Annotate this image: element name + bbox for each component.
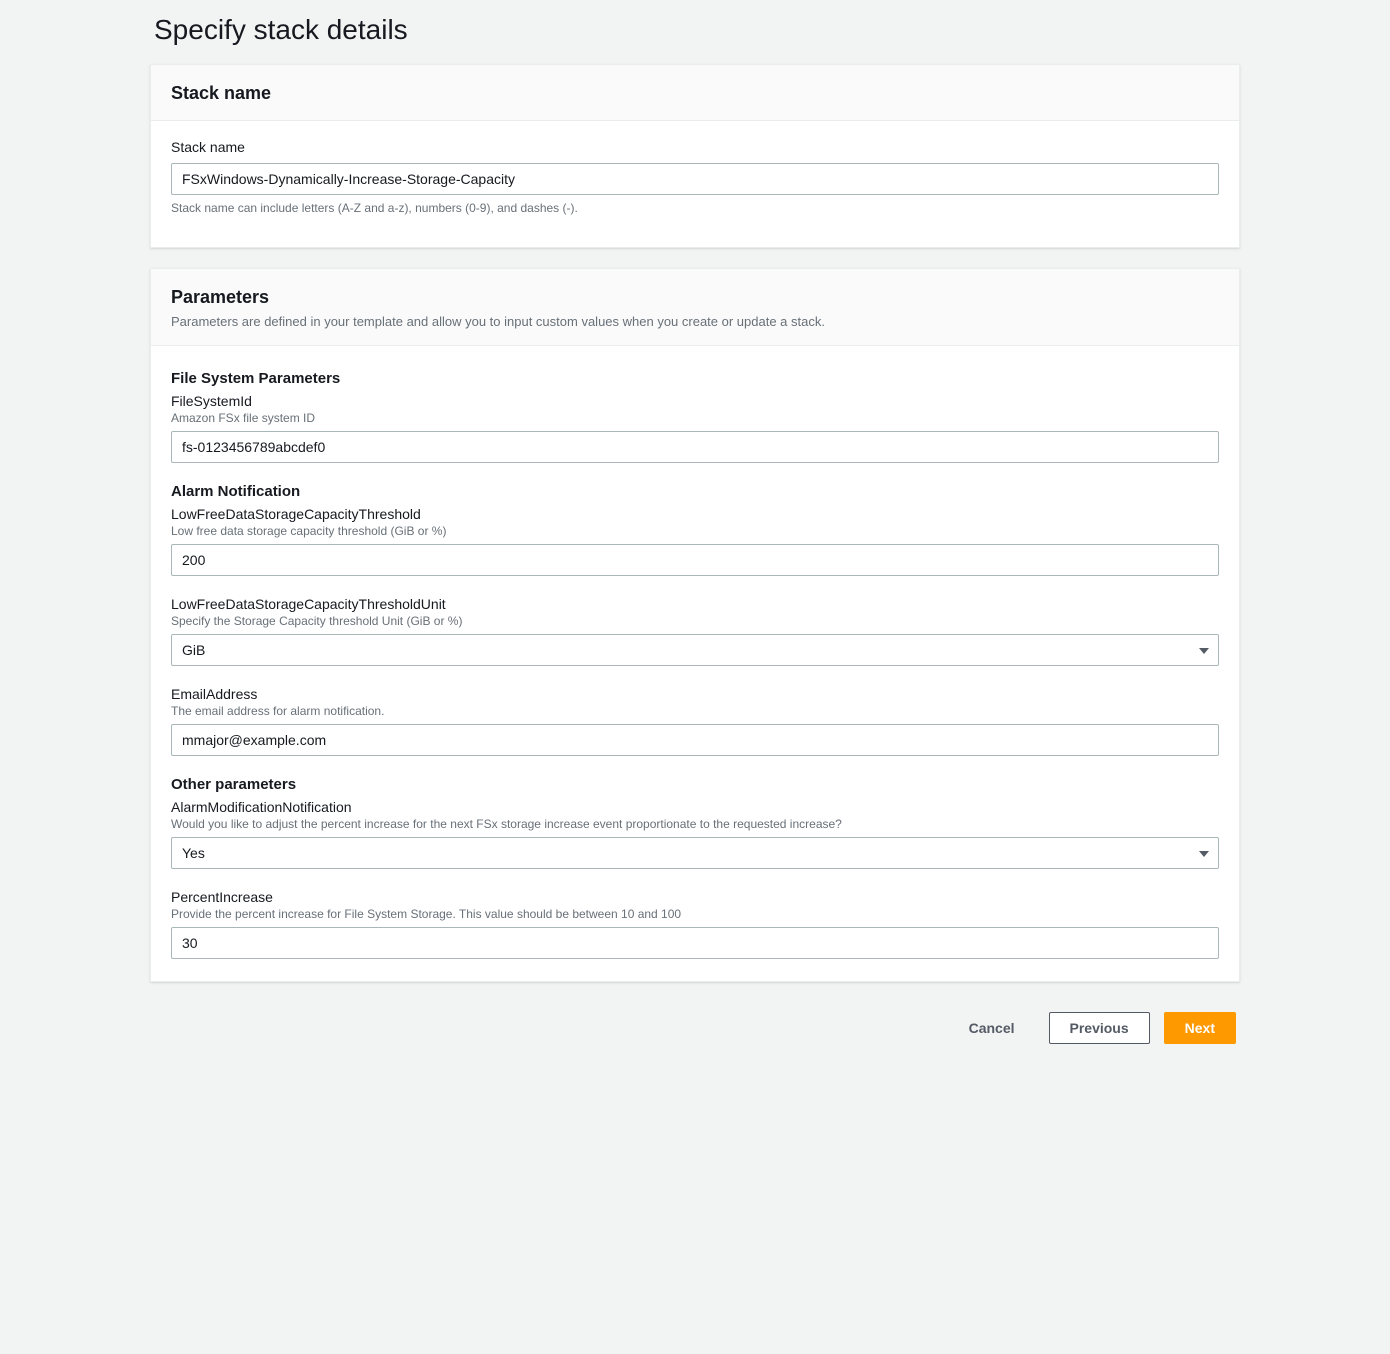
alarm-mod-select[interactable]: Yes [171,837,1219,869]
wizard-footer: Cancel Previous Next [150,1002,1240,1054]
group-file-system: File System Parameters FileSystemId Amaz… [171,370,1219,463]
group-alarm-notification: Alarm Notification LowFreeDataStorageCap… [171,483,1219,756]
filesystemid-label: FileSystemId [171,393,1219,409]
cancel-button[interactable]: Cancel [949,1012,1035,1044]
threshold-label: LowFreeDataStorageCapacityThreshold [171,506,1219,522]
percent-increase-label: PercentIncrease [171,889,1219,905]
group-other-heading: Other parameters [171,776,1219,793]
page-title: Specify stack details [150,8,1240,64]
next-button[interactable]: Next [1164,1012,1236,1044]
filesystemid-input[interactable] [171,431,1219,463]
threshold-input[interactable] [171,544,1219,576]
stack-name-hint: Stack name can include letters (A-Z and … [171,201,1219,215]
threshold-unit-label: LowFreeDataStorageCapacityThresholdUnit [171,596,1219,612]
parameters-heading: Parameters [171,287,1219,308]
previous-button[interactable]: Previous [1049,1012,1150,1044]
stack-name-input[interactable] [171,163,1219,195]
stack-name-panel-header: Stack name [151,65,1239,121]
alarm-mod-desc: Would you like to adjust the percent inc… [171,817,1219,831]
parameters-subtitle: Parameters are defined in your template … [171,314,1219,329]
stack-name-label: Stack name [171,139,1219,155]
stack-name-panel: Stack name Stack name Stack name can inc… [150,64,1240,248]
percent-increase-input[interactable] [171,927,1219,959]
email-desc: The email address for alarm notification… [171,704,1219,718]
threshold-unit-select[interactable]: GiB [171,634,1219,666]
group-other-parameters: Other parameters AlarmModificationNotifi… [171,776,1219,959]
threshold-unit-desc: Specify the Storage Capacity threshold U… [171,614,1219,628]
stack-name-heading: Stack name [171,83,1219,104]
email-input[interactable] [171,724,1219,756]
group-alarm-heading: Alarm Notification [171,483,1219,500]
filesystemid-desc: Amazon FSx file system ID [171,411,1219,425]
email-label: EmailAddress [171,686,1219,702]
group-file-system-heading: File System Parameters [171,370,1219,387]
threshold-desc: Low free data storage capacity threshold… [171,524,1219,538]
parameters-panel-header: Parameters Parameters are defined in you… [151,269,1239,346]
percent-increase-desc: Provide the percent increase for File Sy… [171,907,1219,921]
parameters-panel: Parameters Parameters are defined in you… [150,268,1240,982]
alarm-mod-label: AlarmModificationNotification [171,799,1219,815]
